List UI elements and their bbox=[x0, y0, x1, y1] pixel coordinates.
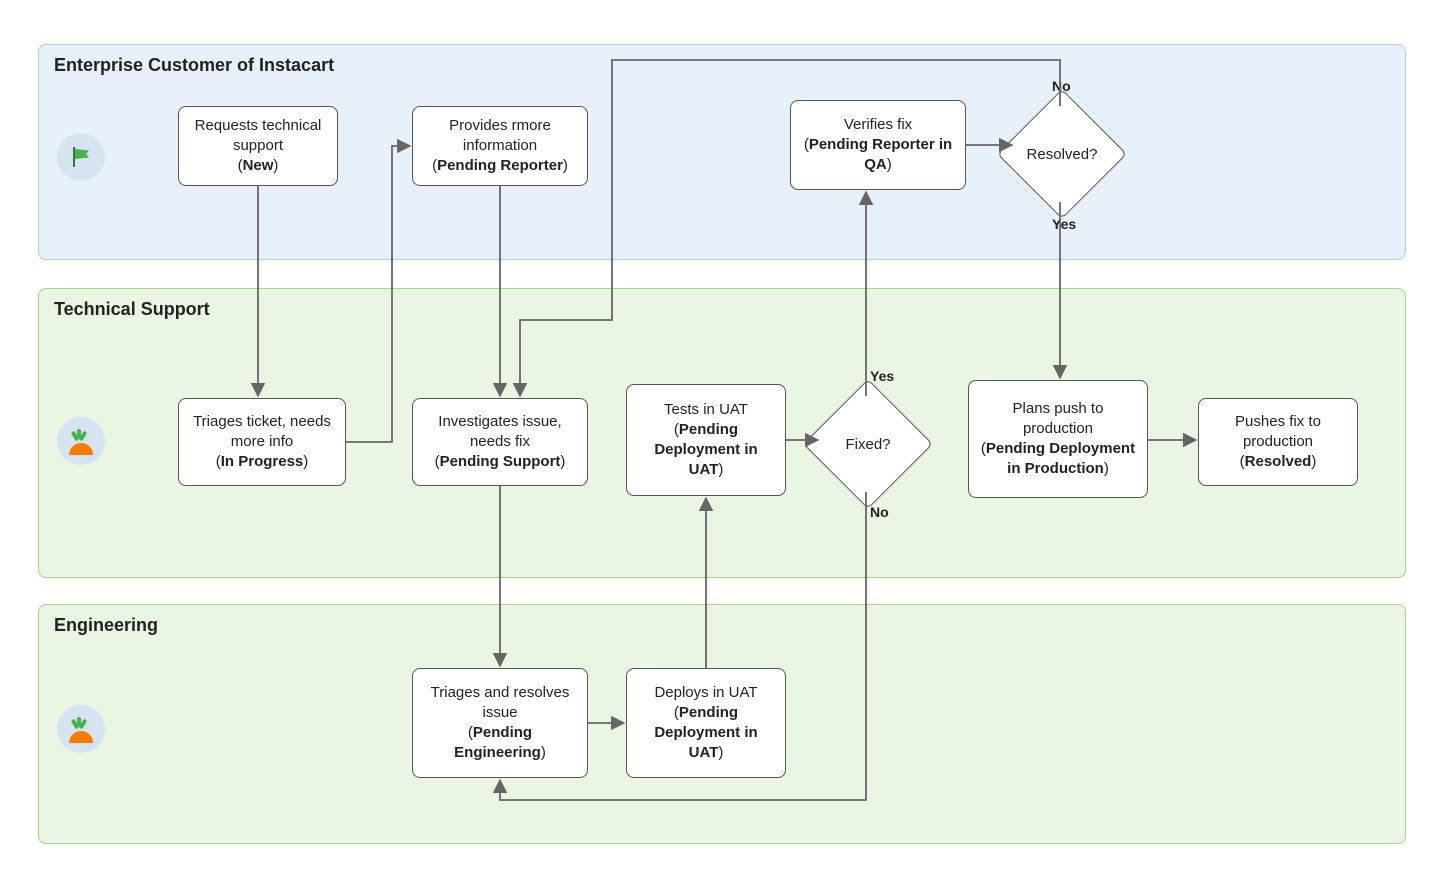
node-requests: Requests technical support (New) bbox=[178, 106, 338, 186]
node-status: (In Progress) bbox=[216, 452, 309, 472]
node-status: (Pending Deployment in UAT) bbox=[637, 420, 775, 481]
node-text: Investigates issue, needs fix bbox=[423, 412, 577, 453]
node-text: Verifies fix bbox=[844, 115, 912, 135]
node-eng-deploy: Deploys in UAT (Pending Deployment in UA… bbox=[626, 668, 786, 778]
carrot-icon bbox=[57, 705, 105, 753]
node-eng-triage: Triages and resolves issue (Pending Engi… bbox=[412, 668, 588, 778]
node-status: (Pending Reporter in QA) bbox=[801, 135, 955, 176]
carrot-icon bbox=[57, 417, 105, 465]
node-status: (Pending Engineering) bbox=[423, 723, 577, 764]
node-status: (Resolved) bbox=[1240, 452, 1317, 472]
node-text: Triages and resolves issue bbox=[423, 683, 577, 724]
node-text: Pushes fix to production bbox=[1209, 412, 1347, 453]
node-plan-prod: Plans push to production (Pending Deploy… bbox=[968, 380, 1148, 498]
node-text: Provides rmore information bbox=[423, 116, 577, 157]
node-status: (Pending Deployment in Production) bbox=[979, 439, 1137, 480]
node-status: (Pending Reporter) bbox=[432, 156, 568, 176]
node-status: (Pending Deployment in UAT) bbox=[637, 703, 775, 764]
node-status: (New) bbox=[238, 156, 279, 176]
node-push-prod: Pushes fix to production (Resolved) bbox=[1198, 398, 1358, 486]
label-fixed-yes: Yes bbox=[870, 368, 894, 384]
node-triage-info: Triages ticket, needs more info (In Prog… bbox=[178, 398, 346, 486]
lane-title-support: Technical Support bbox=[54, 299, 210, 320]
label-resolved-yes: Yes bbox=[1052, 216, 1076, 232]
node-text: Plans push to production bbox=[979, 399, 1137, 440]
node-text: Deploys in UAT bbox=[654, 683, 757, 703]
lane-title-customer: Enterprise Customer of Instacart bbox=[54, 55, 334, 76]
node-provides: Provides rmore information (Pending Repo… bbox=[412, 106, 588, 186]
node-text: Triages ticket, needs more info bbox=[189, 412, 335, 453]
node-text: Tests in UAT bbox=[664, 400, 748, 420]
node-status: (Pending Support) bbox=[435, 452, 566, 472]
label-resolved-no: No bbox=[1052, 78, 1071, 94]
label-fixed-no: No bbox=[870, 504, 889, 520]
node-investigate: Investigates issue, needs fix (Pending S… bbox=[412, 398, 588, 486]
node-verifies: Verifies fix (Pending Reporter in QA) bbox=[790, 100, 966, 190]
node-tests-uat: Tests in UAT (Pending Deployment in UAT) bbox=[626, 384, 786, 496]
flag-icon bbox=[57, 133, 105, 181]
lane-title-engineering: Engineering bbox=[54, 615, 158, 636]
node-text: Requests technical support bbox=[189, 116, 327, 157]
